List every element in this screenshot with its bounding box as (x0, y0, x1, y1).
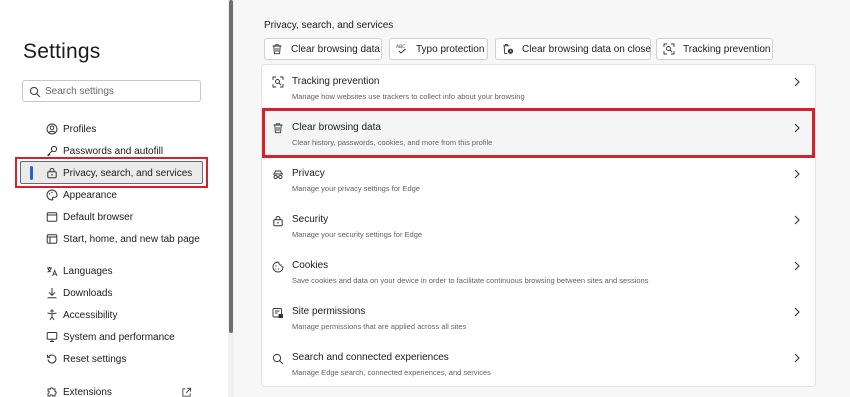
chevron-right-icon (792, 167, 802, 179)
languages-icon (46, 265, 58, 277)
row-title: Clear browsing data (292, 122, 381, 133)
row-description: Manage your privacy settings for Edge (292, 184, 420, 193)
svg-text:ABC: ABC (396, 44, 405, 50)
chevron-right-icon (792, 121, 802, 133)
cookie-icon (272, 260, 284, 273)
profile-icon (46, 123, 58, 135)
row-description: Clear history, passwords, cookies, and m… (292, 138, 493, 147)
sidebar-item-label: Start, home, and new tab page (63, 233, 200, 245)
row-description: Manage permissions that are applied acro… (292, 322, 467, 331)
chevron-right-icon (792, 305, 802, 317)
quick-action-label: Tracking prevention (683, 43, 771, 55)
quick-action-label: Clear browsing data (291, 43, 380, 55)
row-title: Site permissions (292, 306, 366, 317)
trash-icon (271, 43, 283, 55)
chevron-right-icon (792, 259, 802, 271)
sidebar-item-label: Privacy, search, and services (63, 167, 193, 179)
sidebar-item-label: Appearance (63, 189, 117, 201)
chevron-right-icon (792, 213, 802, 225)
sidebar-item-default-browser[interactable]: Default browser (46, 208, 133, 226)
sidebar-item-label: Default browser (63, 211, 134, 223)
quick-clear-on-close-button[interactable]: Clear browsing data on close (495, 38, 651, 60)
system-icon (46, 331, 58, 343)
search-icon (272, 352, 284, 365)
security-lock-icon (272, 214, 284, 227)
row-tracking-prevention[interactable]: Tracking prevention Manage how websites … (262, 64, 815, 110)
quick-action-label: Clear browsing data on close (522, 43, 651, 55)
search-settings-input[interactable] (45, 83, 195, 99)
sidebar-item-label: Languages (63, 265, 113, 277)
row-description: Save cookies and data on your device in … (292, 276, 649, 285)
sidebar-item-accessibility[interactable]: Accessibility (46, 306, 117, 324)
quick-typo-protection-button[interactable]: ABC Typo protection (389, 38, 488, 60)
sidebar-item-label: Extensions (63, 386, 112, 397)
row-privacy[interactable]: Privacy Manage your privacy settings for… (262, 156, 815, 202)
home-icon (46, 233, 58, 245)
sidebar-item-privacy-content[interactable]: Privacy, search, and services (46, 164, 192, 182)
sidebar-item-label: Downloads (63, 287, 113, 299)
row-title: Cookies (292, 260, 329, 271)
row-cookies[interactable]: Cookies Save cookies and data on your de… (262, 248, 815, 294)
key-icon (46, 145, 58, 157)
sidebar-item-appearance[interactable]: Appearance (46, 186, 117, 204)
row-title: Tracking prevention (292, 76, 380, 87)
reset-icon (46, 353, 58, 365)
sidebar-item-extensions[interactable]: Extensions (46, 383, 112, 397)
row-security[interactable]: Security Manage your security settings f… (262, 202, 815, 248)
external-link-icon[interactable] (181, 385, 192, 397)
quick-clear-browsing-data-button[interactable]: Clear browsing data (264, 38, 382, 60)
tracking-icon (272, 75, 284, 88)
browser-icon (46, 211, 58, 223)
sidebar-item-system[interactable]: System and performance (46, 328, 175, 346)
lock-icon (46, 167, 58, 179)
settings-title: Settings (23, 40, 101, 63)
privacy-icon (272, 168, 284, 180)
appearance-icon (46, 189, 58, 201)
row-description: Manage how websites use trackers to coll… (292, 92, 525, 101)
row-site-permissions[interactable]: Site permissions Manage permissions that… (262, 294, 815, 340)
extensions-icon (46, 386, 58, 397)
search-settings-box[interactable] (22, 80, 201, 102)
row-description: Manage Edge search, connected experience… (292, 368, 491, 377)
site-permissions-icon (272, 306, 284, 318)
accessibility-icon (46, 309, 58, 321)
chevron-right-icon (792, 75, 802, 87)
sidebar-item-start-home[interactable]: Start, home, and new tab page (46, 230, 200, 248)
row-title: Security (292, 214, 329, 225)
chevron-right-icon (792, 351, 802, 363)
quick-tracking-prevention-button[interactable]: Tracking prevention (656, 38, 773, 60)
sidebar-item-label: Profiles (63, 123, 97, 135)
trash-clock-icon (502, 43, 514, 55)
sidebar-scrollbar-thumb[interactable] (229, 0, 233, 333)
sidebar-item-label: Passwords and autofill (63, 145, 164, 157)
sidebar-item-reset[interactable]: Reset settings (46, 350, 126, 368)
sidebar-item-label: Accessibility (63, 309, 118, 321)
sidebar-item-label: Reset settings (63, 353, 127, 365)
row-description: Manage your security settings for Edge (292, 230, 423, 239)
row-search-connected[interactable]: Search and connected experiences Manage … (262, 340, 815, 386)
active-indicator (30, 166, 33, 180)
sidebar-item-label: System and performance (63, 331, 175, 343)
row-title: Privacy (292, 168, 325, 179)
trash-icon (272, 121, 284, 134)
sidebar-item-profiles[interactable]: Profiles (46, 120, 96, 138)
quick-action-label: Typo protection (416, 43, 485, 55)
sidebar-item-languages[interactable]: Languages (46, 262, 113, 280)
download-icon (46, 287, 58, 299)
row-title: Search and connected experiences (292, 352, 449, 363)
section-title: Privacy, search, and services (264, 20, 394, 31)
row-clear-browsing-data[interactable]: Clear browsing data Clear history, passw… (262, 110, 815, 156)
settings-sidebar: Settings Profiles Passwords and autofill… (0, 0, 228, 397)
search-icon (29, 85, 41, 98)
sidebar-item-downloads[interactable]: Downloads (46, 284, 112, 302)
abc-check-icon: ABC (396, 43, 408, 55)
tracking-icon (663, 43, 675, 55)
